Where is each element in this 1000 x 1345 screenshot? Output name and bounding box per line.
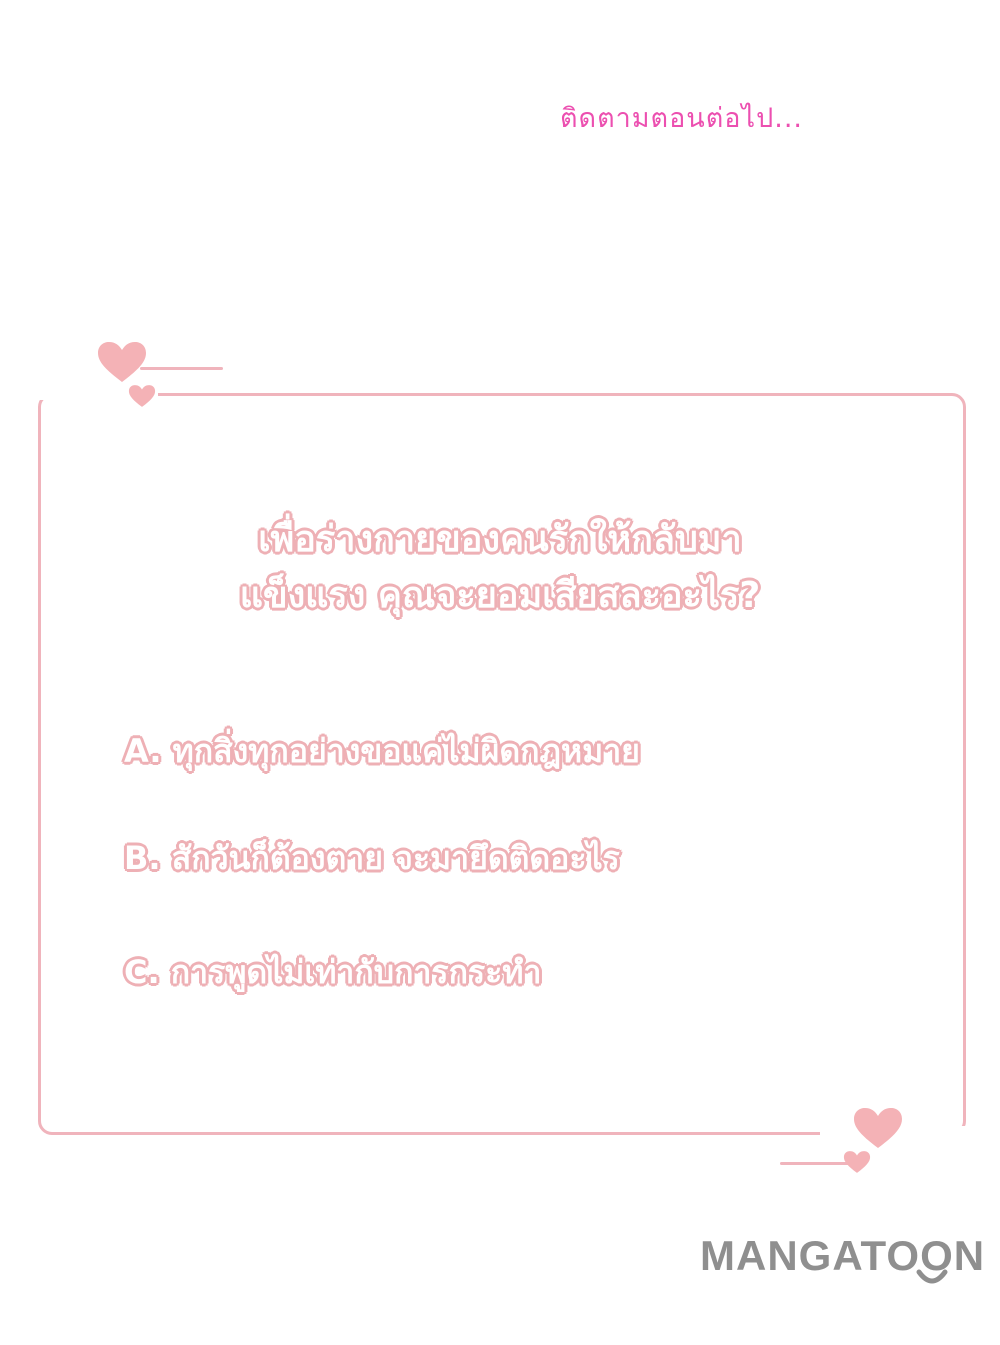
option-c[interactable]: C. การพูดไม่เท่ากับการกระทำ [124,947,541,998]
decor-line-top [140,367,223,370]
heart-icon [843,1151,871,1173]
quiz-page: ติดตามตอนต่อไป... เพื่อร่างกายของคนรักให… [0,0,1000,1345]
question-line-1: เพื่อร่างกายของคนรักให้กลับมา [258,519,742,560]
heart-icon [98,342,146,382]
smile-icon [916,1269,948,1284]
option-b[interactable]: B. สักวันก็ต้องตาย จะมายึดติดอะไร [124,833,620,884]
question-line-2: แข็งแรง คุณจะยอมเสียสละอะไร? [239,575,761,616]
to-be-continued-text: ติดตามตอนต่อไป... [560,103,803,134]
heart-icon [128,385,156,407]
heart-icon [854,1108,902,1148]
option-a[interactable]: A. ทุกสิ่งทุกอย่างขอแค่ไม่ผิดกฎหมาย [124,726,640,777]
